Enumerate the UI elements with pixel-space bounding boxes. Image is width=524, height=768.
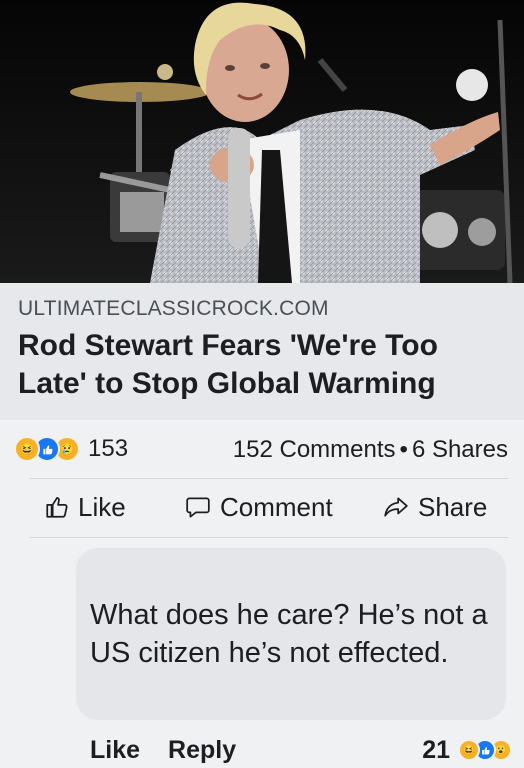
comment-actions: Like Reply [90, 734, 236, 766]
haha-icon: 😆 [458, 739, 480, 761]
comment-reaction-icons: 😆 😮 [458, 739, 512, 761]
post-stats: 😆 😢 153 152 Comments • 6 Shares [0, 420, 524, 478]
commenter-name-redacted [80, 556, 500, 586]
comment-count[interactable]: 152 Comments [233, 436, 396, 463]
article-photo[interactable] [0, 0, 524, 283]
haha-icon: 😆 [14, 436, 40, 462]
share-button[interactable]: Share [382, 489, 487, 525]
comment-reactions[interactable]: 21 😆 😮 [422, 734, 512, 766]
post-reactions[interactable]: 😆 😢 153 [14, 435, 128, 463]
share-count[interactable]: 6 Shares [412, 436, 508, 463]
post-action-bar: Like Comment Share [30, 478, 508, 538]
like-label: Like [78, 491, 126, 522]
share-arrow-icon [384, 497, 408, 517]
link-domain: ULTIMATECLASSICROCK.COM [18, 297, 329, 320]
link-headline[interactable]: Rod Stewart Fears 'We're Too Late' to St… [18, 327, 508, 403]
share-label: Share [418, 491, 488, 522]
speech-bubble-icon [186, 497, 210, 518]
comment-like-button[interactable]: Like [90, 736, 140, 765]
performer-illustration [0, 0, 524, 283]
separator-dot: • [399, 436, 408, 463]
comment-reply-button[interactable]: Reply [168, 736, 236, 765]
comment-button[interactable]: Comment [184, 489, 333, 525]
comment-text: What does he care? He’s not a US citizen… [90, 599, 488, 669]
comment-label: Comment [220, 491, 333, 522]
reaction-count[interactable]: 153 [88, 435, 128, 463]
comment-reaction-count: 21 [422, 735, 450, 764]
link-preview[interactable]: ULTIMATECLASSICROCK.COM Rod Stewart Fear… [0, 283, 524, 420]
like-button[interactable]: Like [44, 489, 126, 525]
comments-shares: 152 Comments • 6 Shares [233, 436, 508, 464]
thumbs-up-icon [46, 497, 68, 518]
